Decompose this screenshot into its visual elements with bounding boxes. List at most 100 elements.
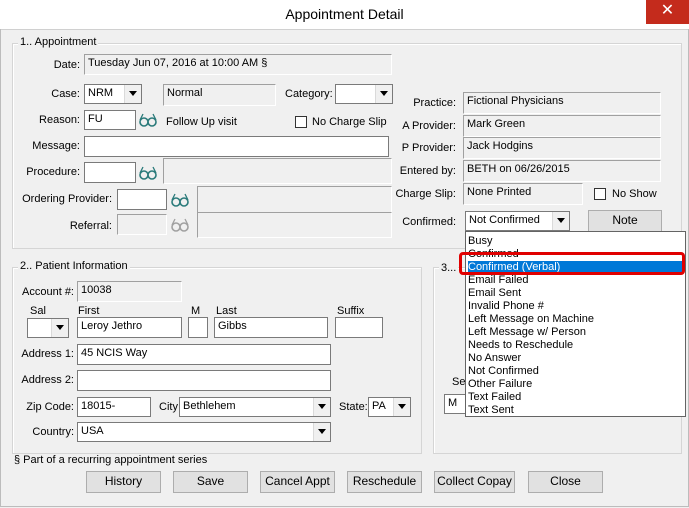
suffix-label: Suffix	[337, 305, 365, 317]
procedure-description	[163, 158, 392, 184]
procedure-label: Procedure:	[26, 166, 80, 178]
reason-description: Follow Up visit	[166, 116, 237, 128]
confirmed-label: Confirmed:	[402, 216, 456, 228]
practice-field: Fictional Physicians	[463, 92, 661, 114]
save-button[interactable]: Save	[173, 471, 248, 493]
cancel-appt-button[interactable]: Cancel Appt	[260, 471, 335, 493]
sal-select[interactable]	[27, 318, 69, 338]
confirmed-dropdown-icon[interactable]	[552, 212, 569, 230]
appointment-legend: 1.. Appointment	[18, 36, 99, 48]
sal-label: Sal	[30, 305, 46, 317]
category-select[interactable]	[335, 84, 393, 104]
category-label: Category:	[285, 88, 333, 100]
recurring-footnote: § Part of a recurring appointment series	[14, 454, 208, 466]
city-value: Bethlehem	[183, 400, 236, 412]
dropdown-option[interactable]: Text Sent	[468, 404, 514, 417]
no-show-checkbox[interactable]	[594, 188, 606, 200]
dropdown-option[interactable]: Email Sent	[468, 287, 521, 300]
section3-legend: 3...	[439, 262, 459, 274]
note-button[interactable]: Note	[588, 210, 662, 232]
dropdown-option[interactable]: Left Message on Machine	[468, 313, 594, 326]
reschedule-button[interactable]: Reschedule	[347, 471, 422, 493]
message-input[interactable]	[84, 136, 389, 157]
section3-se-label: Se	[452, 376, 466, 388]
case-dropdown-icon[interactable]	[124, 85, 141, 103]
a-provider-field: Mark Green	[463, 115, 661, 137]
date-label: Date:	[53, 59, 80, 71]
case-select[interactable]: NRM	[84, 84, 142, 104]
ordering-provider-label: Ordering Provider:	[22, 193, 112, 205]
dropdown-option[interactable]: Needs to Reschedule	[468, 339, 573, 352]
dropdown-option[interactable]: Busy	[468, 235, 492, 248]
city-dropdown-icon[interactable]	[313, 398, 330, 416]
referral-description	[197, 212, 392, 238]
last-label: Last	[216, 305, 237, 317]
country-dropdown-icon[interactable]	[313, 423, 330, 441]
case-label: Case:	[51, 88, 80, 100]
entered-by-label: Entered by:	[399, 165, 456, 177]
referral-input	[117, 214, 167, 235]
message-label: Message:	[32, 140, 80, 152]
reason-label: Reason:	[39, 114, 80, 126]
suffix-input[interactable]	[335, 317, 383, 338]
state-dropdown-icon[interactable]	[393, 398, 410, 416]
collect-copay-button[interactable]: Collect Copay	[434, 471, 515, 493]
no-show-label: No Show	[612, 188, 657, 200]
p-provider-label: P Provider:	[401, 142, 456, 154]
ordering-provider-input[interactable]	[117, 189, 167, 210]
close-button[interactable]: Close	[528, 471, 603, 493]
referral-lookup-icon	[171, 218, 189, 232]
history-button[interactable]: History	[86, 471, 161, 493]
first-label: First	[78, 305, 100, 317]
address1-input[interactable]: 45 NCIS Way	[77, 344, 331, 365]
case-value: NRM	[88, 87, 114, 99]
dropdown-option[interactable]: No Answer	[468, 352, 521, 365]
ordering-provider-lookup-icon[interactable]	[170, 191, 190, 209]
dropdown-option[interactable]: Other Failure	[468, 378, 532, 391]
entered-by-field: BETH on 06/26/2015	[463, 160, 661, 182]
account-field: 10038	[77, 281, 182, 302]
patient-legend: 2.. Patient Information	[18, 260, 130, 272]
country-value: USA	[81, 425, 104, 437]
city-label: City:	[159, 401, 181, 413]
zip-label: Zip Code:	[26, 401, 74, 413]
procedure-lookup-icon[interactable]	[138, 164, 158, 182]
state-select[interactable]: PA	[368, 397, 411, 417]
no-charge-slip-label: No Charge Slip	[312, 116, 387, 128]
procedure-input[interactable]	[84, 162, 136, 183]
section3-m-input[interactable]: M	[444, 394, 466, 414]
state-value: PA	[372, 400, 386, 412]
practice-label: Practice:	[413, 97, 456, 109]
window-title: Appointment Detail	[285, 6, 404, 22]
dropdown-option[interactable]: Not Confirmed	[468, 365, 539, 378]
ordering-provider-description	[197, 186, 392, 213]
charge-slip-field: None Printed	[463, 183, 583, 205]
no-charge-slip-checkbox[interactable]	[295, 116, 307, 128]
address2-input[interactable]	[77, 370, 331, 391]
close-window-button[interactable]: ✕	[646, 0, 689, 24]
confirmed-value: Not Confirmed	[469, 214, 540, 226]
address2-label: Address 2:	[21, 374, 74, 386]
dropdown-option[interactable]: Text Failed	[468, 391, 521, 404]
dropdown-option[interactable]: Left Message w/ Person	[468, 326, 586, 339]
referral-label: Referral:	[69, 220, 112, 232]
account-label: Account #:	[22, 286, 74, 298]
a-provider-label: A Provider:	[402, 120, 456, 132]
first-name-input[interactable]: Leroy Jethro	[77, 317, 182, 338]
address1-label: Address 1:	[21, 348, 74, 360]
zip-input[interactable]: 18015-	[77, 397, 151, 417]
dropdown-option[interactable]: Invalid Phone #	[468, 300, 544, 313]
sal-dropdown-icon[interactable]	[51, 319, 68, 337]
middle-label: M	[191, 305, 201, 317]
middle-initial-input[interactable]	[188, 317, 208, 338]
country-select[interactable]: USA	[77, 422, 331, 442]
highlight-annotation	[459, 252, 685, 275]
confirmed-select[interactable]: Not Confirmed	[465, 211, 570, 231]
city-select[interactable]: Bethlehem	[179, 397, 331, 417]
dropdown-option[interactable]: Email Failed	[468, 274, 529, 287]
p-provider-field: Jack Hodgins	[463, 137, 661, 159]
reason-lookup-icon[interactable]	[138, 111, 158, 129]
reason-input[interactable]: FU	[84, 110, 136, 130]
state-label: State:	[339, 401, 368, 413]
last-name-input[interactable]: Gibbs	[214, 317, 328, 338]
